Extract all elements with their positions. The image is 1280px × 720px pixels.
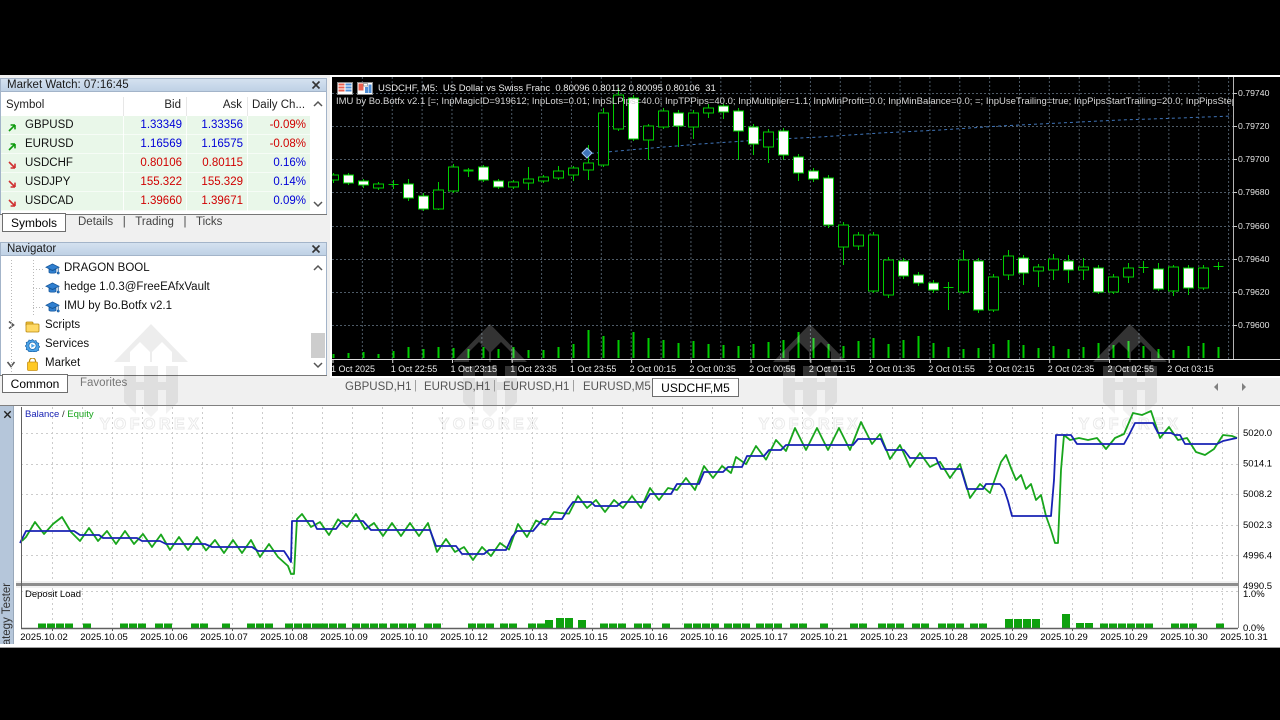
svg-text:0.79740: 0.79740 <box>1238 88 1270 98</box>
svg-text:2025.10.05: 2025.10.05 <box>80 632 128 643</box>
svg-text:YOFOREX: YOFOREX <box>100 416 203 433</box>
svg-text:2025.10.29: 2025.10.29 <box>1100 632 1148 643</box>
svg-text:2025.10.21: 2025.10.21 <box>800 632 848 643</box>
svg-text:2025.10.31: 2025.10.31 <box>1220 632 1268 643</box>
svg-text:2025.10.16: 2025.10.16 <box>620 632 668 643</box>
svg-text:2 Oct 01:55: 2 Oct 01:55 <box>928 364 975 374</box>
svg-text:YOFOREX: YOFOREX <box>439 416 542 433</box>
svg-text:0.79660: 0.79660 <box>1238 221 1270 231</box>
svg-text:1.0%: 1.0% <box>1243 589 1265 600</box>
svg-text:2025.10.10: 2025.10.10 <box>380 632 428 643</box>
svg-text:5020.0: 5020.0 <box>1243 428 1272 439</box>
svg-text:2025.10.12: 2025.10.12 <box>440 632 488 643</box>
svg-text:Balance / Equity: Balance / Equity <box>25 409 94 420</box>
svg-text:2025.10.16: 2025.10.16 <box>680 632 728 643</box>
svg-text:2 Oct 02:15: 2 Oct 02:15 <box>988 364 1035 374</box>
svg-text:2025.10.17: 2025.10.17 <box>740 632 788 643</box>
svg-text:2 Oct 00:15: 2 Oct 00:15 <box>630 364 677 374</box>
svg-text:2 Oct 00:35: 2 Oct 00:35 <box>689 364 736 374</box>
svg-text:5008.2: 5008.2 <box>1243 489 1272 500</box>
svg-text:2025.10.06: 2025.10.06 <box>140 632 188 643</box>
svg-text:0.79620: 0.79620 <box>1238 287 1270 297</box>
svg-text:2 Oct 01:35: 2 Oct 01:35 <box>869 364 916 374</box>
svg-text:5014.1: 5014.1 <box>1243 459 1272 470</box>
svg-text:1 Oct 23:35: 1 Oct 23:35 <box>510 364 557 374</box>
svg-text:0.79640: 0.79640 <box>1238 254 1270 264</box>
svg-text:0.79720: 0.79720 <box>1238 121 1270 131</box>
svg-text:2025.10.28: 2025.10.28 <box>920 632 968 643</box>
svg-text:2 Oct 03:15: 2 Oct 03:15 <box>1167 364 1214 374</box>
svg-text:1 Oct 22:55: 1 Oct 22:55 <box>391 364 438 374</box>
svg-text:2025.10.13: 2025.10.13 <box>500 632 548 643</box>
svg-text:2025.10.30: 2025.10.30 <box>1160 632 1208 643</box>
svg-text:2025.10.15: 2025.10.15 <box>560 632 608 643</box>
svg-text:5002.3: 5002.3 <box>1243 520 1272 531</box>
svg-text:Deposit Load: Deposit Load <box>25 589 81 600</box>
svg-text:2025.10.09: 2025.10.09 <box>320 632 368 643</box>
svg-text:YOFOREX: YOFOREX <box>759 416 862 433</box>
svg-text:1 Oct 2025: 1 Oct 2025 <box>332 364 375 374</box>
svg-text:2025.10.02: 2025.10.02 <box>20 632 68 643</box>
svg-text:0.79600: 0.79600 <box>1238 320 1270 330</box>
svg-text:1 Oct 23:55: 1 Oct 23:55 <box>570 364 617 374</box>
svg-text:4996.4: 4996.4 <box>1243 550 1272 561</box>
svg-text:2025.10.07: 2025.10.07 <box>200 632 248 643</box>
svg-text:0.79700: 0.79700 <box>1238 154 1270 164</box>
svg-text:2025.10.23: 2025.10.23 <box>860 632 908 643</box>
svg-text:2025.10.29: 2025.10.29 <box>1040 632 1088 643</box>
svg-text:2025.10.08: 2025.10.08 <box>260 632 308 643</box>
svg-text:2025.10.29: 2025.10.29 <box>980 632 1028 643</box>
svg-text:0.79680: 0.79680 <box>1238 187 1270 197</box>
svg-text:2 Oct 02:35: 2 Oct 02:35 <box>1048 364 1095 374</box>
